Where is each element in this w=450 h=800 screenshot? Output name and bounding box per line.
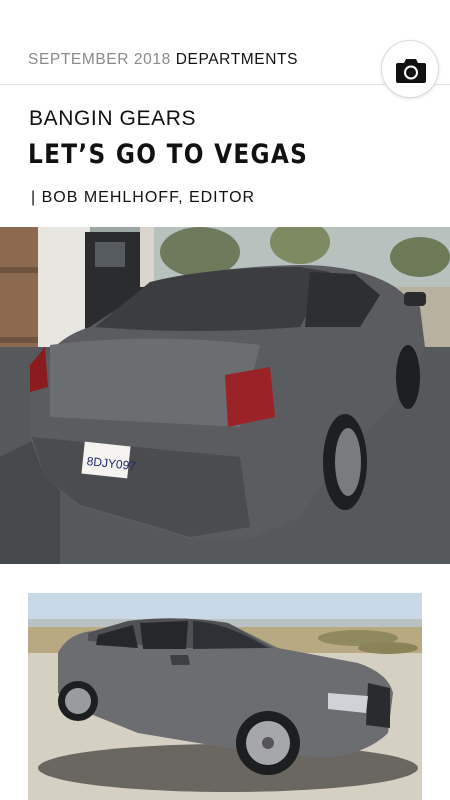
car-rear-illustration: 8DJY097 xyxy=(0,227,450,564)
issue-label: SEPTEMBER 2018 DEPARTMENTS xyxy=(28,51,298,69)
section-name[interactable]: DEPARTMENTS xyxy=(176,51,298,68)
article-byline: | BOB MEHLHOFF, EDITOR xyxy=(31,189,256,206)
camera-button[interactable] xyxy=(381,40,439,98)
camera-icon xyxy=(396,59,426,83)
article-headline: LET’S GO TO VEGAS xyxy=(28,139,309,170)
issue-month: SEPTEMBER 2018 xyxy=(28,51,171,68)
column-title: BANGIN GEARS xyxy=(29,107,197,130)
car-side-photo[interactable] xyxy=(28,593,422,800)
car-rear-photo[interactable]: 8DJY097 xyxy=(0,227,450,564)
car-side-illustration xyxy=(28,593,422,800)
